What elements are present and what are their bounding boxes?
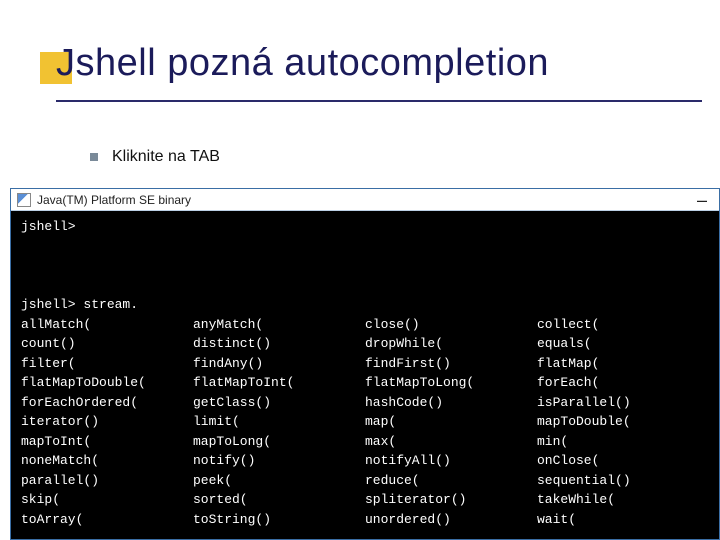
prompt-line: jshell> [21, 217, 709, 237]
slide-title-area: Jshell pozná autocompletion [56, 42, 690, 85]
completion-item[interactable]: map( [365, 412, 537, 432]
terminal[interactable]: jshell> jshell> stream.allMatch(anyMatch… [11, 211, 719, 539]
completion-item[interactable]: limit( [193, 412, 365, 432]
completion-item[interactable]: hashCode() [365, 393, 537, 413]
completion-item[interactable]: notifyAll() [365, 451, 537, 471]
java-icon [17, 193, 31, 207]
completion-item[interactable]: forEachOrdered( [21, 393, 193, 413]
completion-item[interactable]: toString() [193, 510, 365, 530]
completion-item[interactable]: distinct() [193, 334, 365, 354]
slide-title: Jshell pozná autocompletion [56, 42, 690, 85]
completion-item[interactable]: forEach( [537, 373, 709, 393]
completion-row: noneMatch(notify()notifyAll()onClose( [21, 451, 709, 471]
completion-item[interactable]: spliterator() [365, 490, 537, 510]
completion-item[interactable]: reduce( [365, 471, 537, 491]
completion-item[interactable]: getClass() [193, 393, 365, 413]
blank-line [21, 529, 709, 539]
completion-item[interactable]: mapToDouble( [537, 412, 709, 432]
completion-item[interactable]: filter( [21, 354, 193, 374]
minimize-button[interactable]: – [691, 195, 713, 205]
completion-item[interactable]: sequential() [537, 471, 709, 491]
completion-item[interactable]: mapToLong( [193, 432, 365, 452]
completion-item[interactable]: peek( [193, 471, 365, 491]
completion-item[interactable]: close() [365, 315, 537, 335]
window-title: Java(TM) Platform SE binary [37, 193, 191, 207]
input-line: jshell> stream. [21, 295, 709, 315]
completion-item[interactable]: anyMatch( [193, 315, 365, 335]
completion-item[interactable]: allMatch( [21, 315, 193, 335]
completion-item[interactable]: flatMapToInt( [193, 373, 365, 393]
completion-item[interactable]: flatMap( [537, 354, 709, 374]
bullet-icon [90, 153, 98, 161]
completion-row: filter(findAny()findFirst()flatMap( [21, 354, 709, 374]
completion-row: toArray(toString()unordered()wait( [21, 510, 709, 530]
completion-row: count()distinct()dropWhile(equals( [21, 334, 709, 354]
completion-item[interactable]: mapToInt( [21, 432, 193, 452]
app-window: Java(TM) Platform SE binary – jshell> js… [10, 188, 720, 540]
completion-item[interactable]: onClose( [537, 451, 709, 471]
completion-item[interactable]: wait( [537, 510, 709, 530]
completion-row: forEachOrdered(getClass()hashCode()isPar… [21, 393, 709, 413]
completion-item[interactable]: findFirst() [365, 354, 537, 374]
bullet-text: Kliknite na TAB [112, 148, 220, 166]
completion-row: iterator()limit(map(mapToDouble( [21, 412, 709, 432]
titlebar[interactable]: Java(TM) Platform SE binary – [11, 189, 719, 211]
completion-item[interactable]: noneMatch( [21, 451, 193, 471]
blank-line [21, 256, 709, 276]
completion-item[interactable]: notify() [193, 451, 365, 471]
completion-item[interactable]: flatMapToDouble( [21, 373, 193, 393]
completion-row: skip(sorted(spliterator()takeWhile( [21, 490, 709, 510]
completion-item[interactable]: takeWhile( [537, 490, 709, 510]
completion-item[interactable]: flatMapToLong( [365, 373, 537, 393]
completion-row: flatMapToDouble(flatMapToInt(flatMapToLo… [21, 373, 709, 393]
completion-row: allMatch(anyMatch(close()collect( [21, 315, 709, 335]
bullet-row: Kliknite na TAB [90, 148, 220, 166]
completion-item[interactable]: max( [365, 432, 537, 452]
completion-item[interactable]: collect( [537, 315, 709, 335]
completion-item[interactable]: toArray( [21, 510, 193, 530]
completion-row: mapToInt(mapToLong(max(min( [21, 432, 709, 452]
completion-item[interactable]: sorted( [193, 490, 365, 510]
completion-item[interactable]: count() [21, 334, 193, 354]
completion-row: parallel()peek(reduce(sequential() [21, 471, 709, 491]
title-underline [56, 100, 702, 102]
completion-item[interactable]: parallel() [21, 471, 193, 491]
completion-item[interactable]: findAny() [193, 354, 365, 374]
completion-item[interactable]: min( [537, 432, 709, 452]
completion-item[interactable]: isParallel() [537, 393, 709, 413]
completion-item[interactable]: equals( [537, 334, 709, 354]
completion-item[interactable]: dropWhile( [365, 334, 537, 354]
completion-item[interactable]: unordered() [365, 510, 537, 530]
completion-item[interactable]: iterator() [21, 412, 193, 432]
completion-item[interactable]: skip( [21, 490, 193, 510]
